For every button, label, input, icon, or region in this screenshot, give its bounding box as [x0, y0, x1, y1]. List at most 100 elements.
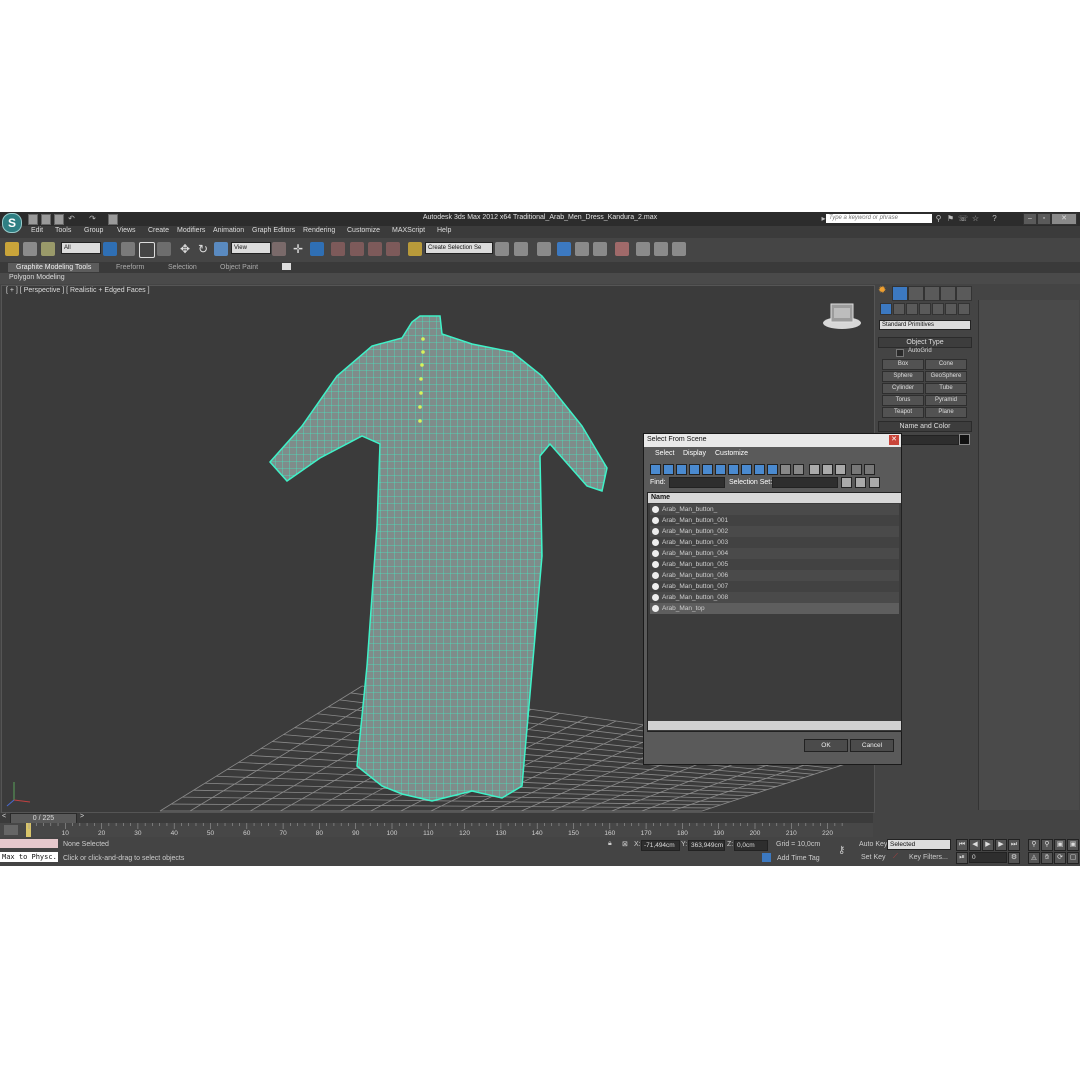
- material-editor-icon[interactable]: [615, 242, 629, 256]
- select-none-icon[interactable]: [822, 464, 833, 475]
- display-containers-icon[interactable]: [767, 464, 778, 475]
- motion-tab-icon[interactable]: [924, 286, 940, 301]
- geometry-icon[interactable]: [880, 303, 892, 315]
- minimize-button[interactable]: –: [1023, 213, 1037, 225]
- space-warps-icon[interactable]: [945, 303, 957, 315]
- angle-snap-icon[interactable]: [350, 242, 364, 256]
- list-item[interactable]: Arab_Man_button_007: [650, 581, 899, 592]
- align-icon[interactable]: [514, 242, 528, 256]
- sync-selection-icon[interactable]: [864, 464, 875, 475]
- add-time-tag[interactable]: Add Time Tag: [777, 855, 820, 862]
- time-slider-next-arrow[interactable]: >: [80, 813, 84, 820]
- select-influences-icon[interactable]: [869, 477, 880, 488]
- x-coordinate-field[interactable]: -71,494cm: [641, 840, 680, 851]
- render-setup-icon[interactable]: [636, 242, 650, 256]
- display-tab-icon[interactable]: [940, 286, 956, 301]
- dialog-menu-customize[interactable]: Customize: [715, 450, 748, 457]
- window-crossing-icon[interactable]: [157, 242, 171, 256]
- snaps-toggle-icon[interactable]: [331, 242, 345, 256]
- zoom-extents-icon[interactable]: ▣: [1054, 839, 1066, 851]
- menu-animation[interactable]: Animation: [213, 227, 244, 234]
- z-coordinate-field[interactable]: 0,0cm: [734, 840, 768, 851]
- utilities-tab-icon[interactable]: [956, 286, 972, 301]
- zoom-all-icon[interactable]: ⚲: [1041, 839, 1053, 851]
- menu-tools[interactable]: Tools: [55, 227, 71, 234]
- shapes-icon[interactable]: [893, 303, 905, 315]
- tube-button[interactable]: Tube: [925, 383, 967, 394]
- list-item[interactable]: Arab_Man_button_: [650, 504, 899, 515]
- display-cameras-icon[interactable]: [689, 464, 700, 475]
- zoom-icon[interactable]: ⚲: [1028, 839, 1040, 851]
- menu-group[interactable]: Group: [84, 227, 103, 234]
- menu-graph-editors[interactable]: Graph Editors: [252, 227, 295, 234]
- key-filters-button[interactable]: Key Filters...: [909, 854, 948, 861]
- dialog-menu-select[interactable]: Select: [655, 450, 674, 457]
- set-key-filter-icon[interactable]: ⟋: [893, 853, 898, 861]
- favorites-icon[interactable]: ☆: [971, 214, 980, 223]
- bind-to-space-warp-icon[interactable]: [41, 242, 55, 256]
- display-bones-icon[interactable]: [754, 464, 765, 475]
- select-dependents-icon[interactable]: [855, 477, 866, 488]
- track-bar[interactable]: 10 20 30 40 50 60 70 80 90 100 110 120 130 140 150 160 1…: [0, 823, 873, 837]
- percent-snap-icon[interactable]: [368, 242, 382, 256]
- subscription-icon[interactable]: ⚑: [946, 214, 955, 223]
- dialog-title-bar[interactable]: Select From Scene ✕: [644, 434, 901, 447]
- select-all-icon[interactable]: [809, 464, 820, 475]
- display-shapes-icon[interactable]: [663, 464, 674, 475]
- select-invert-icon[interactable]: [835, 464, 846, 475]
- tab-freeform[interactable]: Freeform: [108, 263, 152, 272]
- display-hidden-icon[interactable]: [793, 464, 804, 475]
- dialog-close-button[interactable]: ✕: [889, 435, 899, 445]
- layer-manager-icon[interactable]: [537, 242, 551, 256]
- display-space-warps-icon[interactable]: [715, 464, 726, 475]
- spinner-snap-icon[interactable]: [386, 242, 400, 256]
- menu-views[interactable]: Views: [117, 227, 136, 234]
- display-helpers-icon[interactable]: [702, 464, 713, 475]
- search-icon[interactable]: ⚲: [934, 214, 943, 223]
- key-icon[interactable]: ⚷: [838, 845, 845, 856]
- select-and-move-icon[interactable]: ✥: [178, 242, 192, 256]
- cone-button[interactable]: Cone: [925, 359, 967, 370]
- create-tab-icon[interactable]: ✹: [878, 285, 886, 296]
- list-item[interactable]: Arab_Man_button_002: [650, 526, 899, 537]
- hierarchy-tab-icon[interactable]: [908, 286, 924, 301]
- menu-maxscript[interactable]: MAXScript: [392, 227, 425, 234]
- name-and-color-rollout[interactable]: Name and Color: [878, 421, 972, 432]
- filter-icon[interactable]: [851, 464, 862, 475]
- tab-selection[interactable]: Selection: [160, 263, 205, 272]
- teapot-button[interactable]: Teapot: [882, 407, 924, 418]
- cancel-button[interactable]: Cancel: [850, 739, 894, 752]
- close-button[interactable]: ✕: [1051, 213, 1077, 225]
- orbit-icon[interactable]: ⟳: [1054, 852, 1066, 864]
- selection-filter-dropdown[interactable]: All: [61, 242, 101, 254]
- box-button[interactable]: Box: [882, 359, 924, 370]
- menu-help[interactable]: Help: [437, 227, 451, 234]
- absolute-transform-icon[interactable]: ⊠: [622, 840, 628, 848]
- keyboard-shortcut-override-icon[interactable]: [310, 242, 324, 256]
- zoom-extents-all-icon[interactable]: ▣: [1067, 839, 1079, 851]
- maxscript-listener-output[interactable]: Max to Physc.: [0, 852, 58, 862]
- go-to-start-button[interactable]: ⏮: [956, 839, 968, 851]
- help-icon[interactable]: ?: [990, 214, 999, 223]
- object-color-swatch[interactable]: [959, 434, 970, 445]
- next-frame-button[interactable]: ▶: [995, 839, 1007, 851]
- current-frame-field[interactable]: 0: [969, 852, 1007, 863]
- modify-tab-icon[interactable]: [892, 286, 908, 301]
- lock-selection-icon[interactable]: 🔒︎: [608, 840, 612, 848]
- graphite-toggle-icon[interactable]: [557, 242, 571, 256]
- helpers-icon[interactable]: [932, 303, 944, 315]
- help-search-input[interactable]: Type a keyword or phrase: [826, 214, 932, 223]
- rectangular-selection-icon[interactable]: [139, 242, 155, 258]
- list-item[interactable]: Arab_Man_button_006: [650, 570, 899, 581]
- display-frozen-icon[interactable]: [780, 464, 791, 475]
- display-groups-icon[interactable]: [728, 464, 739, 475]
- display-xrefs-icon[interactable]: [741, 464, 752, 475]
- key-mode-toggle-button[interactable]: ⏯: [956, 852, 968, 864]
- use-pivot-center-icon[interactable]: [272, 242, 286, 256]
- ribbon-options-icon[interactable]: [282, 263, 291, 270]
- list-item[interactable]: Arab_Man_button_004: [650, 548, 899, 559]
- tab-object-paint[interactable]: Object Paint: [212, 263, 266, 272]
- named-selection-sets-dropdown[interactable]: Create Selection Se: [425, 242, 493, 254]
- select-and-link-icon[interactable]: [5, 242, 19, 256]
- add-time-tag-icon[interactable]: [762, 853, 771, 862]
